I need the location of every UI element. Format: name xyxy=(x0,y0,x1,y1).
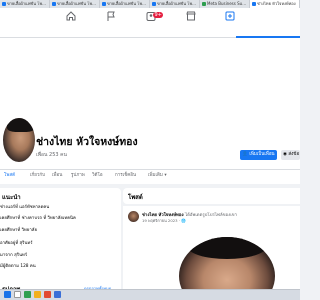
photo-hair xyxy=(187,237,267,259)
intro-line: ช่างแอร์ที่ แอร์ทัชหาลดคน xyxy=(0,205,50,210)
tab-about[interactable]: เกี่ยวกับ xyxy=(30,172,45,180)
chrome-icon[interactable] xyxy=(44,291,51,298)
profile-divider xyxy=(0,169,300,170)
intro-line: มาจาก สุรินทร์ xyxy=(0,253,28,258)
facebook-favicon-icon xyxy=(102,2,106,6)
profile-avatar[interactable] xyxy=(1,116,37,164)
add-friend-button[interactable]: 👤 เพิ่มเป็นเพื่อน xyxy=(240,150,277,160)
intro-line: เคยศึกษาที่ วิทยาลัย xyxy=(0,228,37,233)
message-button[interactable]: ◉ ส่งข้อ xyxy=(281,150,300,160)
tab-friends[interactable]: เพื่อน xyxy=(52,172,62,180)
line-app-icon[interactable] xyxy=(24,291,31,298)
marketplace-icon[interactable] xyxy=(185,10,197,22)
tab-more[interactable]: เพิ่มเติม ▾ xyxy=(148,172,167,180)
cover-area xyxy=(0,38,300,108)
browser-tab[interactable]: ขายเสื้อผ้าแฟชั่น โพสต์ขาย xyxy=(50,0,100,8)
browser-tab[interactable]: Meta Business Suite xyxy=(200,0,250,8)
meta-favicon-icon xyxy=(202,2,206,6)
browser-tab[interactable]: ขายเสื้อผ้าแฟชั่น โพสต์ขาย xyxy=(100,0,150,8)
flag-icon[interactable] xyxy=(105,10,117,22)
tab-videos[interactable]: วิดีโอ xyxy=(92,172,103,180)
facebook-favicon-icon xyxy=(2,2,6,6)
intro-line: เคยศึกษาที่ ช่างคาบรถ ที่ วิทยาลัยเทคนิค xyxy=(0,216,76,221)
browser-icon[interactable] xyxy=(54,291,61,298)
facebook-favicon-icon xyxy=(152,2,156,6)
facebook-favicon-icon xyxy=(252,2,256,6)
file-explorer-icon[interactable] xyxy=(34,291,41,298)
tab-checkins[interactable]: การเช็คอิน xyxy=(115,172,136,180)
windows-start-icon[interactable] xyxy=(4,291,11,298)
post-author-avatar[interactable] xyxy=(128,211,139,222)
tab-photos[interactable]: รูปภาพ xyxy=(71,172,85,180)
browser-tab-active[interactable]: ช่างไทย หัวใจหงษ์ทอง xyxy=(250,0,300,8)
post-action: ได้อัพเดตรูปโปรไฟล์ของเขา xyxy=(184,213,238,218)
browser-tab[interactable]: ขายเสื้อผ้าแฟชั่น โพสต์ขาย xyxy=(150,0,200,8)
facebook-favicon-icon xyxy=(52,2,56,6)
post-author: ช่างไทย หัวใจหงษ์ทอง ได้อัพเดตรูปโปรไฟล์… xyxy=(142,211,237,218)
profile-name: ช่างไทย หัวใจหงษ์ทอง xyxy=(36,136,138,148)
posts-header-card xyxy=(123,188,300,204)
intro-line: มีผู้ติดตาม 128 คน xyxy=(0,264,36,269)
post-timestamp[interactable]: 19 พฤศจิกายน 2023 · 🌐 xyxy=(142,218,186,224)
friends-count[interactable]: เพื่อน 253 คน xyxy=(36,151,67,159)
posts-title: โพสต์ xyxy=(128,194,143,201)
gaming-icon[interactable] xyxy=(224,10,236,22)
browser-tab[interactable]: ขายเสื้อผ้าแฟชั่น โพสต์ขาย xyxy=(0,0,50,8)
browser-tab-strip: ขายเสื้อผ้าแฟชั่น โพสต์ขาย ขายเสื้อผ้าแฟ… xyxy=(0,0,300,8)
profile-tabs: โพสต์ เกี่ยวกับ เพื่อน รูปภาพ วิดีโอ การ… xyxy=(0,172,300,180)
search-icon[interactable] xyxy=(14,291,21,298)
avatar-hair xyxy=(7,118,35,132)
intro-title: แนะนำ xyxy=(2,194,21,201)
tab-posts[interactable]: โพสต์ xyxy=(4,172,15,180)
home-icon[interactable] xyxy=(65,10,77,22)
intro-line: อาศัยอยู่ที่ สุรินทร์ xyxy=(0,241,33,246)
notification-badge: 9+ xyxy=(153,12,164,18)
